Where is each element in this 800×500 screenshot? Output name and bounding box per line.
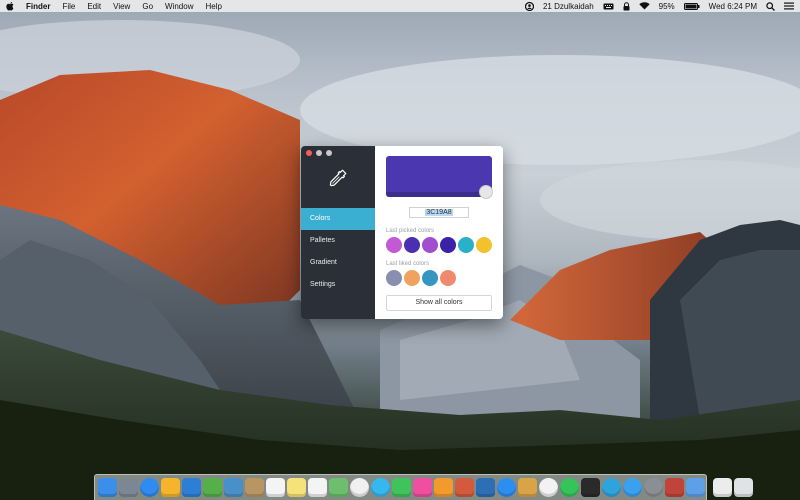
picked-color-4[interactable] [440,237,456,253]
menu-bar: Finder File Edit View Go Window Help 21 … [0,0,800,12]
nav-colors[interactable]: Colors [301,208,375,230]
last-picked-colors [386,237,492,253]
whatsapp-icon[interactable] [560,478,579,497]
nav-settings[interactable]: Settings [301,274,375,296]
settings-icon[interactable] [644,478,663,497]
finder-icon[interactable] [98,478,117,497]
itunes-icon[interactable] [413,478,432,497]
menu-file[interactable]: File [62,2,75,11]
photos-icon[interactable] [350,478,369,497]
picked-color-2[interactable] [404,237,420,253]
sketch-icon[interactable] [161,478,180,497]
current-color-swatch[interactable] [386,156,492,197]
last-picked-label: Last picked colors [386,228,435,234]
maps-icon[interactable] [329,478,348,497]
keyboard-icon[interactable] [603,3,614,10]
current-color-fill [386,156,492,197]
lock-icon[interactable] [623,1,630,11]
liked-color-1[interactable] [386,270,402,286]
last-liked-colors [386,270,456,286]
document-icon[interactable] [713,478,732,497]
twitter-icon[interactable] [623,478,642,497]
colorpicker-icon[interactable] [476,478,495,497]
swatch-shade [386,192,492,197]
burger-icon[interactable] [518,478,537,497]
minimize-button[interactable] [316,150,322,156]
calendar-icon[interactable] [266,478,285,497]
menu-finder[interactable]: Finder [26,2,50,11]
telegram-icon[interactable] [602,478,621,497]
reminders-icon[interactable] [308,478,327,497]
picked-color-5[interactable] [458,237,474,253]
picked-color-1[interactable] [386,237,402,253]
dock [94,474,753,500]
status-area: 21 Dzulkaidah 95% Wed 6:24 PM [524,1,794,11]
notification-center-icon[interactable] [784,2,794,10]
show-all-colors-button[interactable]: Show all colors [386,295,492,311]
main-panel: 3C19A8 Last picked colors Last liked col… [375,146,503,319]
chrome-icon[interactable] [539,478,558,497]
account-icon[interactable] [524,1,534,11]
clock[interactable]: Wed 6:24 PM [709,2,757,11]
apple-icon[interactable] [6,1,16,11]
battery-icon[interactable] [683,2,700,10]
liked-color-4[interactable] [440,270,456,286]
spotlight-icon[interactable] [766,1,775,11]
zoom-button[interactable] [326,150,332,156]
nav-gradient[interactable]: Gradient [301,252,375,274]
facetime-icon[interactable] [392,478,411,497]
hex-value-field[interactable]: 3C19A8 [409,207,469,218]
launchpad-icon[interactable] [119,478,138,497]
airmail-icon[interactable] [686,478,705,497]
color-adjust-knob[interactable] [479,185,493,199]
appstore-icon[interactable] [497,478,516,497]
user-name[interactable]: 21 Dzulkaidah [543,2,594,11]
hex-value-text: 3C19A8 [425,209,453,216]
sidebar: Colors Palletes Gradient Settings [301,146,375,319]
last-liked-label: Last liked colors [386,261,430,267]
store-icon[interactable] [455,478,474,497]
photoshop-icon[interactable] [182,478,201,497]
picked-color-3[interactable] [422,237,438,253]
notes-icon[interactable] [287,478,306,497]
eyedropper-icon[interactable] [328,168,348,188]
safari-icon[interactable] [140,478,159,497]
liked-color-3[interactable] [422,270,438,286]
menu-go[interactable]: Go [142,2,153,11]
messages-icon[interactable] [371,478,390,497]
leaf-icon[interactable] [203,478,222,497]
menu-view[interactable]: View [113,2,130,11]
terminal-icon[interactable] [581,478,600,497]
notebook-icon[interactable] [245,478,264,497]
menu-help[interactable]: Help [205,2,221,11]
color-picker-window: Colors Palletes Gradient Settings 3C19A8… [301,146,503,319]
menu-edit[interactable]: Edit [87,2,101,11]
close-button[interactable] [306,150,312,156]
ibooks-icon[interactable] [434,478,453,497]
sidebar-nav: Colors Palletes Gradient Settings [301,208,375,296]
picked-color-6[interactable] [476,237,492,253]
liked-color-2[interactable] [404,270,420,286]
nav-palletes[interactable]: Palletes [301,230,375,252]
trash-icon[interactable] [734,478,753,497]
skype-icon[interactable] [665,478,684,497]
menu-window[interactable]: Window [165,2,193,11]
window-controls [306,150,332,156]
wifi-icon[interactable] [638,2,650,10]
battery-percent[interactable]: 95% [659,2,675,11]
preview-icon[interactable] [224,478,243,497]
